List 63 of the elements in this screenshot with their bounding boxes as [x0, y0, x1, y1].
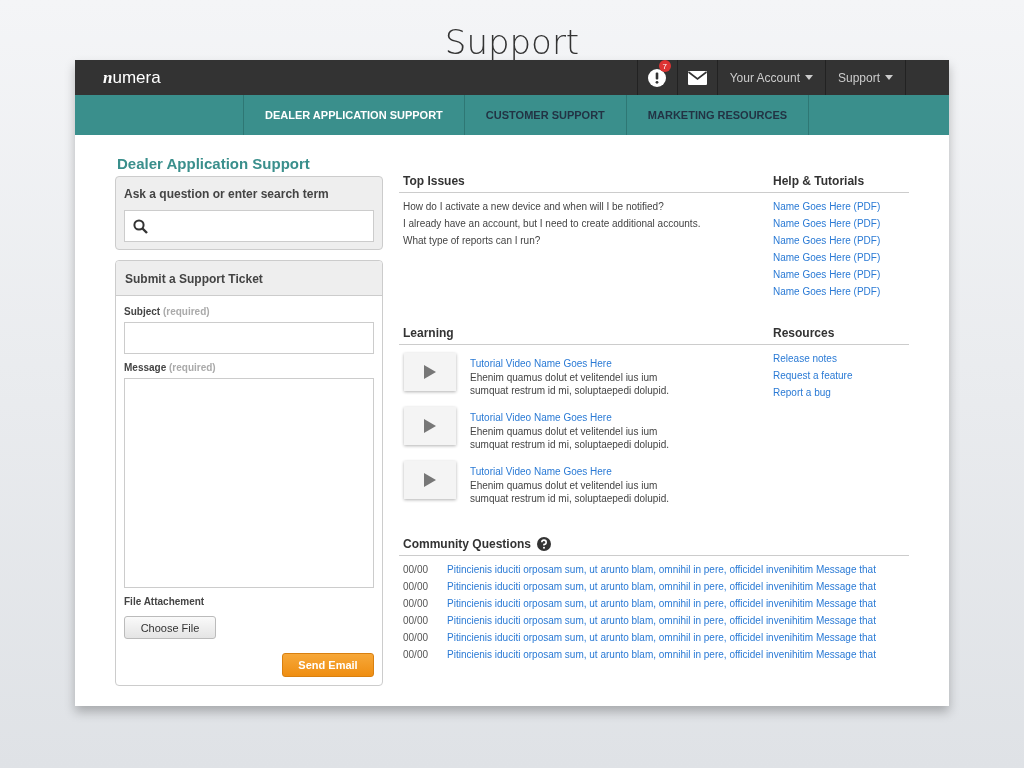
field-label: Message (required): [124, 362, 217, 373]
question-link[interactable]: Pitincienis iduciti orposam sum, ut arunto blam, omnihil in pere, officidel invenihitim Message that: [447, 631, 876, 644]
pdf-link[interactable]: Name Goes Here (PDF): [773, 201, 881, 212]
logo[interactable]: numera: [103, 67, 161, 88]
question-date: 00/00: [403, 631, 429, 644]
nav-tab[interactable]: CUSTOMER SUPPORT: [463, 95, 626, 135]
mail-icon[interactable]: [687, 70, 707, 85]
video-description: Ehenim quamus dolut et velitendel ius ium sumquat restrum id mi, soluptaepedi dolupid.: [470, 371, 670, 397]
section-heading: Top Issues: [402, 174, 465, 188]
question-date: 00/00: [403, 580, 429, 593]
resource-link[interactable]: Request a feature: [773, 370, 853, 381]
choose-file-button[interactable]: Choose File: [124, 616, 216, 639]
video-link[interactable]: Tutorial Video Name Goes Here: [470, 466, 612, 477]
question-link[interactable]: Pitincienis iduciti orposam sum, ut arunto blam, omnihil in pere, officidel invenihitim Message that: [447, 563, 876, 576]
field-label: Subject (required): [124, 306, 211, 317]
video-thumbnail[interactable]: [404, 353, 456, 391]
subject-field[interactable]: [124, 322, 374, 354]
play-icon: [424, 365, 436, 379]
pdf-link[interactable]: Name Goes Here (PDF): [773, 252, 881, 263]
question-date: 00/00: [403, 614, 429, 627]
notification-badge: 7: [658, 60, 671, 72]
nav-tab[interactable]: DEALER APPLICATION SUPPORT: [243, 95, 464, 135]
help-icon[interactable]: [537, 537, 551, 551]
question-link[interactable]: Pitincienis iduciti orposam sum, ut arunto blam, omnihil in pere, officidel invenihitim Message that: [447, 614, 876, 627]
resource-link[interactable]: Release notes: [773, 353, 837, 364]
pdf-link[interactable]: Name Goes Here (PDF): [773, 286, 881, 297]
resource-link[interactable]: Report a bug: [773, 387, 831, 398]
question-link[interactable]: Pitincienis iduciti orposam sum, ut arunto blam, omnihil in pere, officidel invenihitim Message that: [447, 648, 876, 661]
search-icon: [133, 218, 148, 234]
question-link[interactable]: Pitincienis iduciti orposam sum, ut arunto blam, omnihil in pere, officidel invenihitim Message that: [447, 597, 876, 610]
alert-icon[interactable]: [648, 68, 667, 87]
section-heading: Resources: [772, 326, 835, 340]
pdf-link[interactable]: Name Goes Here (PDF): [773, 218, 881, 229]
question-date: 00/00: [403, 563, 429, 576]
message-field[interactable]: [124, 378, 374, 588]
play-icon: [424, 419, 436, 433]
question-date: 00/00: [403, 597, 429, 610]
video-thumbnail[interactable]: [404, 407, 456, 445]
issue-item[interactable]: What type of reports can I run?: [403, 234, 769, 247]
video-link[interactable]: Tutorial Video Name Goes Here: [470, 412, 612, 423]
slide-title: Support: [444, 21, 580, 60]
question-link[interactable]: Pitincienis iduciti orposam sum, ut arunto blam, omnihil in pere, officidel invenihitim Message that: [447, 580, 876, 593]
caret-icon: [885, 75, 893, 80]
section-heading: Learning: [402, 326, 454, 340]
play-icon: [424, 473, 436, 487]
search-field[interactable]: [124, 210, 374, 242]
caret-icon: [804, 75, 813, 80]
pdf-link[interactable]: Name Goes Here (PDF): [773, 235, 881, 246]
search-label: Ask a question or enter search term: [124, 187, 330, 201]
pdf-link[interactable]: Name Goes Here (PDF): [773, 269, 881, 280]
question-date: 00/00: [403, 648, 429, 661]
video-description: Ehenim quamus dolut et velitendel ius ium sumquat restrum id mi, soluptaepedi dolupid.: [470, 479, 670, 505]
page-title: Dealer Application Support: [117, 155, 311, 172]
video-description: Ehenim quamus dolut et velitendel ius ium sumquat restrum id mi, soluptaepedi dolupid.: [470, 425, 670, 451]
video-thumbnail[interactable]: [404, 461, 456, 499]
issue-item[interactable]: I already have an account, but I need to create additional accounts.: [403, 217, 769, 230]
section-heading: Help & Tutorials: [772, 174, 865, 188]
issue-item[interactable]: How do I activate a new device and when will I be notified?: [403, 200, 769, 213]
nav-tab[interactable]: MARKETING RESOURCES: [625, 95, 810, 135]
attachment-label: File Attachement: [124, 596, 206, 607]
section-heading: Community Questions: [402, 537, 531, 551]
video-link[interactable]: Tutorial Video Name Goes Here: [470, 358, 612, 369]
ticket-title: Submit a Support Ticket: [125, 272, 264, 286]
